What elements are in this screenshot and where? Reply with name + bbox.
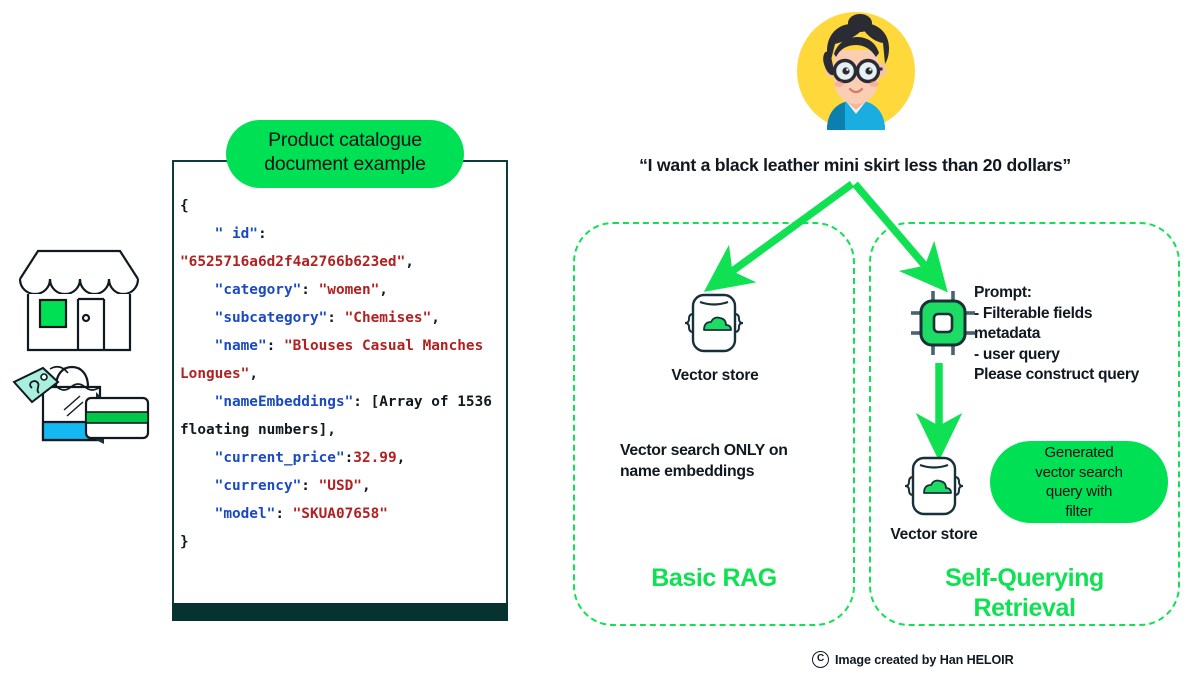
storefront-icon — [18, 249, 140, 352]
ecommerce-illustration-svg — [12, 249, 150, 444]
json-token: : — [301, 282, 319, 298]
document-badge: Product catalogue document example — [226, 120, 464, 188]
json-token: : — [275, 506, 293, 522]
copyright-icon: C — [812, 651, 829, 668]
json-token: : — [257, 226, 267, 242]
json-code-line: "category": "women", — [180, 276, 502, 304]
user-avatar-icon — [797, 12, 915, 130]
json-token: "category" — [214, 282, 302, 298]
vector-store-label: Vector store — [671, 367, 759, 384]
json-token: "6525716a6d2f4a2766b623ed" — [180, 254, 406, 270]
vector-store-icon — [900, 455, 968, 519]
json-token: , — [249, 366, 258, 382]
credit-card-icon — [84, 396, 150, 440]
json-token: , — [431, 310, 440, 326]
json-token: , — [396, 450, 406, 466]
user-query-text: “I want a black leather mini skirt less … — [639, 155, 1071, 175]
json-token: "women" — [318, 282, 380, 298]
json-code-line: "name": "Blouses Casual Manches Longues"… — [180, 332, 502, 388]
json-code-line: " id": — [180, 220, 502, 248]
json-code-line: "6525716a6d2f4a2766b623ed", — [180, 248, 502, 276]
json-token: : — [344, 450, 354, 466]
llm-chip-svg — [911, 291, 975, 355]
json-code-line: { — [180, 192, 502, 220]
json-token: " id" — [214, 226, 258, 242]
json-code-line: "subcategory": "Chemises", — [180, 304, 502, 332]
json-token: "subcategory" — [214, 310, 328, 326]
document-footer-bar — [172, 603, 508, 621]
json-token: { — [180, 198, 189, 214]
json-token: , — [361, 478, 371, 494]
ecommerce-illustration — [8, 232, 168, 447]
json-token: "current_price" — [214, 450, 345, 466]
panel-title-self-querying-retrieval: Self-Querying Retrieval — [945, 564, 1104, 622]
user-avatar-svg — [797, 12, 915, 130]
generated-query-badge: Generated vector search query with filte… — [990, 441, 1168, 523]
json-code-line: "currency": "USD", — [180, 472, 502, 500]
json-token: "model" — [214, 506, 276, 522]
json-code-line: "current_price":32.99, — [180, 444, 502, 472]
panel-title-basic-rag: Basic RAG — [651, 564, 777, 592]
document-badge-label: Product catalogue document example — [264, 129, 426, 175]
vector-store-svg — [904, 456, 964, 516]
json-token: : — [301, 478, 319, 494]
credit-text: Image created by Han HELOIR — [835, 652, 1014, 667]
prompt-description: Prompt: - Filterable fields metadata - u… — [974, 284, 1140, 383]
json-token: , — [379, 282, 388, 298]
json-document-code: { " id": "6525716a6d2f4a2766b623ed", "cat… — [180, 192, 502, 556]
json-token: "name" — [214, 338, 267, 354]
json-token: "currency" — [214, 478, 302, 494]
basic-rag-note: Vector search ONLY on name embeddings — [620, 442, 788, 480]
json-code-line: "nameEmbeddings": [Array of 1536 floatin… — [180, 388, 502, 444]
json-token: "Chemises" — [344, 310, 432, 326]
vector-store-icon — [680, 292, 748, 356]
json-token: : — [327, 310, 345, 326]
json-token: "nameEmbeddings" — [214, 394, 354, 410]
json-token: } — [180, 534, 189, 550]
json-token: "USD" — [318, 478, 362, 494]
credit-line: C Image created by Han HELOIR — [812, 651, 1014, 668]
llm-chip-icon — [908, 288, 978, 358]
json-token: : — [266, 338, 284, 354]
vector-store-svg — [684, 293, 744, 353]
json-code-line: } — [180, 528, 502, 556]
json-code-line: "model": "SKUA07658" — [180, 500, 502, 528]
json-token: 32.99 — [353, 450, 397, 466]
vector-store-label: Vector store — [890, 526, 978, 543]
json-token: , — [405, 254, 414, 270]
json-token: "SKUA07658" — [292, 506, 388, 522]
